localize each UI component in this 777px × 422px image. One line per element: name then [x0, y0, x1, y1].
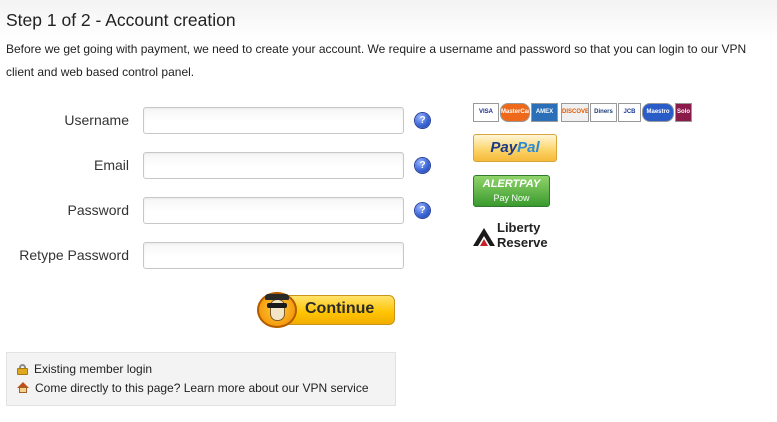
retype-password-label: Retype Password [19, 247, 129, 263]
diners-card-icon: Diners [590, 103, 617, 122]
continue-button-label[interactable]: Continue [305, 300, 374, 318]
email-help-icon[interactable]: ? [415, 158, 430, 173]
paypal-logo-text-a: Pay [490, 139, 518, 156]
paypal-logo-text-b: Pal [517, 139, 540, 156]
maestro-card-icon: Maestro [642, 103, 674, 122]
amex-card-icon: AMEX [531, 103, 558, 122]
mascot-icon[interactable] [257, 292, 297, 328]
learn-more-row[interactable]: Come directly to this page? Learn more a… [17, 381, 369, 395]
username-label: Username [64, 112, 129, 128]
alertpay-logo: ALERTPAY Pay Now [473, 175, 550, 207]
password-help-icon[interactable]: ? [415, 203, 430, 218]
username-help-icon[interactable]: ? [415, 113, 430, 128]
mascot-sunglasses [267, 303, 287, 308]
visa-card-icon: VISA [473, 103, 499, 122]
continue-button[interactable]: Continue [257, 292, 395, 328]
alertpay-brand: ALERTPAY [482, 178, 541, 190]
page-title: Step 1 of 2 - Account creation [6, 10, 236, 30]
liberty-reserve-name: Liberty Reserve [497, 220, 548, 250]
username-input[interactable] [143, 107, 404, 134]
login-link-row[interactable]: Existing member login [17, 362, 152, 376]
password-input[interactable] [143, 197, 404, 224]
liberty-reserve-line1: Liberty [497, 220, 541, 235]
discover-card-icon: DISCOVER [561, 103, 589, 122]
mastercard-card-icon: MasterCard [500, 103, 530, 122]
paypal-logo: PayPal [473, 134, 557, 162]
liberty-reserve-mark-icon [473, 228, 495, 246]
email-label: Email [93, 157, 129, 173]
info-box: Existing member login Come directly to t… [6, 352, 396, 406]
mascot-hat [265, 294, 289, 300]
intro-text: Before we get going with payment, we nee… [6, 42, 747, 79]
existing-member-login-link[interactable]: Existing member login [34, 362, 152, 376]
jcb-card-icon: JCB [618, 103, 641, 122]
alertpay-action: Pay Now [493, 193, 530, 203]
retype-password-input[interactable] [143, 242, 404, 269]
lock-icon [17, 363, 28, 375]
liberty-reserve-logo: Liberty Reserve [473, 220, 563, 252]
email-input[interactable] [143, 152, 404, 179]
liberty-reserve-line2: Reserve [497, 235, 548, 250]
home-icon [17, 382, 29, 394]
learn-more-link[interactable]: Come directly to this page? Learn more a… [35, 381, 369, 395]
solo-card-icon: Solo [675, 103, 692, 122]
password-label: Password [67, 202, 129, 218]
